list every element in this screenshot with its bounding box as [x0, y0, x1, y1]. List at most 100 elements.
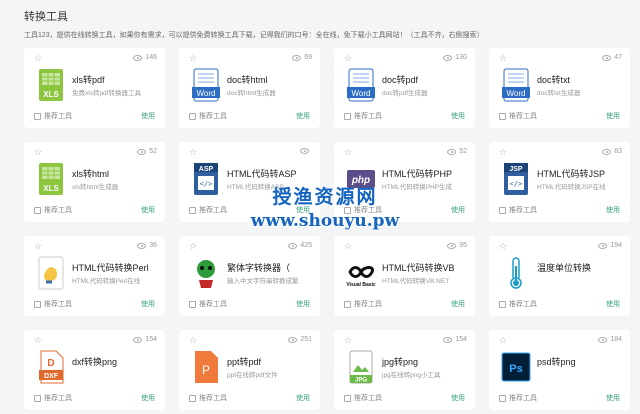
recommend-tool[interactable]: 推荐工具 — [499, 111, 537, 121]
use-button[interactable]: 使用 — [606, 393, 620, 403]
star-icon[interactable]: ☆ — [34, 148, 42, 157]
star-icon[interactable]: ☆ — [34, 54, 42, 63]
view-count-value: 194 — [610, 242, 622, 249]
recommend-tool[interactable]: 推荐工具 — [344, 205, 382, 215]
use-button[interactable]: 使用 — [606, 111, 620, 121]
use-button[interactable]: 使用 — [606, 299, 620, 309]
use-button[interactable]: 使用 — [296, 393, 310, 403]
star-icon[interactable]: ☆ — [189, 148, 197, 157]
star-icon[interactable]: ☆ — [499, 336, 507, 345]
tool-card[interactable]: ☆ 36 HTML代码转换Perl HTML代码转换Perl在线 推荐工具 使用 — [24, 236, 165, 316]
use-button[interactable]: 使用 — [451, 111, 465, 121]
recommend-tool[interactable]: 推荐工具 — [499, 299, 537, 309]
star-icon[interactable]: ☆ — [499, 148, 507, 157]
recommend-tool[interactable]: 推荐工具 — [499, 393, 537, 403]
recommend-tool[interactable]: 推荐工具 — [344, 299, 382, 309]
tool-description: ppt在线转pdf文件 — [227, 372, 278, 379]
tool-card[interactable]: ☆ 52 php HTML代码转PHP HTML代码转换PHP生成 推荐工具 使用 — [334, 142, 475, 222]
star-icon[interactable]: ☆ — [344, 242, 352, 251]
use-button[interactable]: 使用 — [451, 393, 465, 403]
recommend-tool[interactable]: 推荐工具 — [34, 393, 72, 403]
tool-name[interactable]: HTML代码转JSP — [537, 167, 605, 180]
word-icon: Word — [346, 68, 376, 102]
jsp-icon: JSP </> — [501, 162, 531, 196]
use-button[interactable]: 使用 — [141, 299, 155, 309]
tool-card[interactable]: ☆ 95 Visual Basic HTML代码转换VB HTML代码转换VB.NET 推… — [334, 236, 475, 316]
tool-name[interactable]: 温度单位转换 — [537, 261, 591, 274]
use-button[interactable]: 使用 — [606, 205, 620, 215]
use-button[interactable]: 使用 — [451, 299, 465, 309]
tool-name[interactable]: HTML代码转PHP — [382, 167, 452, 180]
tool-card[interactable]: ☆ 425 繁体字转换器（ 输入中文字符串转换成繁 推荐工具 使用 — [179, 236, 320, 316]
tool-name[interactable]: doc转txt — [537, 73, 570, 86]
tool-card[interactable]: ☆ 47 Word doc转txt doc转txt生成器 推荐工具 使用 — [489, 48, 630, 128]
tool-name[interactable]: dxf转换png — [72, 355, 117, 368]
tool-name[interactable]: ppt转pdf — [227, 355, 261, 368]
recommend-tool[interactable]: 推荐工具 — [344, 393, 382, 403]
tool-name[interactable]: doc转html — [227, 73, 268, 86]
star-icon[interactable]: ☆ — [189, 242, 197, 251]
tool-card[interactable]: ☆ 52 XLS xls转html xls转html生成器 推荐工具 使用 — [24, 142, 165, 222]
ppt-icon: P — [191, 350, 221, 384]
use-button[interactable]: 使用 — [296, 205, 310, 215]
tool-card[interactable]: ☆ ASP </> HTML代码转ASP HTML代码转换ASP 推荐工具 使用 — [179, 142, 320, 222]
star-icon[interactable]: ☆ — [34, 336, 42, 345]
recommend-tool[interactable]: 推荐工具 — [34, 299, 72, 309]
tool-name[interactable]: HTML代码转换VB — [382, 261, 455, 274]
tool-name[interactable]: psd转png — [537, 355, 576, 368]
tool-name[interactable]: doc转pdf — [382, 73, 418, 86]
use-button[interactable]: 使用 — [141, 205, 155, 215]
star-icon[interactable]: ☆ — [344, 148, 352, 157]
tool-card[interactable]: ☆ 83 JSP </> HTML代码转JSP HTML代码转换JSP在线 推荐工具 使用 — [489, 142, 630, 222]
recommend-tool[interactable]: 推荐工具 — [34, 111, 72, 121]
star-icon[interactable]: ☆ — [499, 54, 507, 63]
star-icon[interactable]: ☆ — [34, 242, 42, 251]
tool-name[interactable]: xls转html — [72, 167, 109, 180]
recommend-label: 推荐工具 — [44, 207, 72, 214]
tool-card[interactable]: ☆ 146 XLS xls转pdf 免费xls转pdf转换器工具 推荐工具 使用 — [24, 48, 165, 128]
view-count-value: 52 — [459, 148, 467, 155]
tool-description: HTML代码转换JSP在线 — [537, 184, 606, 191]
tool-card[interactable]: ☆ 154 D DXF dxf转换png 推荐工具 使用 — [24, 330, 165, 410]
recommend-tool[interactable]: 推荐工具 — [34, 205, 72, 215]
use-button[interactable]: 使用 — [451, 205, 465, 215]
star-icon[interactable]: ☆ — [344, 336, 352, 345]
card-footer: 推荐工具 使用 — [499, 111, 620, 121]
view-count: 47 — [602, 54, 622, 61]
tool-card[interactable]: ☆ 69 Word doc转html doc转html生成器 推荐工具 使用 — [179, 48, 320, 128]
eye-icon — [598, 336, 608, 343]
eye-icon — [598, 242, 608, 249]
tool-card[interactable]: ☆ 154 JPG jpg转png jpg在线转png小工具 推荐工具 使用 — [334, 330, 475, 410]
tool-name[interactable]: xls转pdf — [72, 73, 105, 86]
tool-card[interactable]: ☆ 251 Pppt转pdf ppt在线转pdf文件 推荐工具 使用 — [179, 330, 320, 410]
tool-name[interactable]: HTML代码转ASP — [227, 167, 297, 180]
svg-text:</>: </> — [510, 180, 523, 188]
tool-name[interactable]: HTML代码转换Perl — [72, 261, 149, 274]
star-icon[interactable]: ☆ — [189, 54, 197, 63]
recommend-tool[interactable]: 推荐工具 — [189, 299, 227, 309]
card-footer: 推荐工具 使用 — [499, 205, 620, 215]
tool-description: xls转html生成器 — [72, 184, 119, 191]
use-button[interactable]: 使用 — [141, 111, 155, 121]
view-count: 146 — [133, 54, 157, 61]
recommend-tool[interactable]: 推荐工具 — [189, 111, 227, 121]
recommend-tool[interactable]: 推荐工具 — [189, 393, 227, 403]
star-icon[interactable]: ☆ — [189, 336, 197, 345]
recommend-tool[interactable]: 推荐工具 — [344, 111, 382, 121]
recommend-tool[interactable]: 推荐工具 — [499, 205, 537, 215]
star-icon[interactable]: ☆ — [499, 242, 507, 251]
tool-card[interactable]: ☆ 184 Ps psd转png 推荐工具 使用 — [489, 330, 630, 410]
tool-name[interactable]: 繁体字转换器（ — [227, 261, 290, 274]
use-button[interactable]: 使用 — [141, 393, 155, 403]
page-title: 转换工具 — [24, 11, 68, 23]
tool-name[interactable]: jpg转png — [382, 355, 418, 368]
card-footer: 推荐工具 使用 — [189, 393, 310, 403]
tool-card[interactable]: ☆ 194 温度单位转换推荐工具 使用 — [489, 236, 630, 316]
star-icon[interactable]: ☆ — [344, 54, 352, 63]
tool-card[interactable]: ☆ 130 Word doc转pdf doc转pdf生成器 推荐工具 使用 — [334, 48, 475, 128]
use-button[interactable]: 使用 — [296, 111, 310, 121]
view-count-value: 425 — [300, 242, 312, 249]
recommend-label: 推荐工具 — [44, 395, 72, 402]
recommend-tool[interactable]: 推荐工具 — [189, 205, 227, 215]
use-button[interactable]: 使用 — [296, 299, 310, 309]
